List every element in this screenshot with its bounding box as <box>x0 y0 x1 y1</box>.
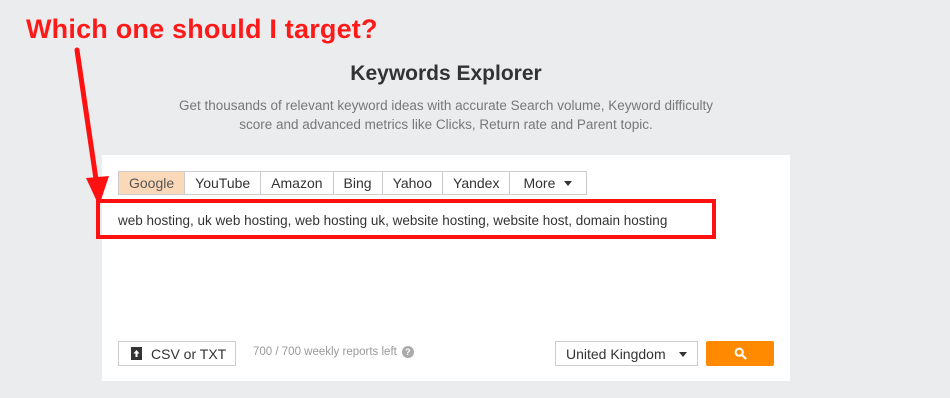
subtitle-line-2: score and advanced metrics like Clicks, … <box>239 117 653 132</box>
search-button[interactable] <box>706 341 774 366</box>
page-subtitle: Get thousands of relevant keyword ideas … <box>0 96 892 134</box>
tab-amazon[interactable]: Amazon <box>261 172 334 194</box>
tab-youtube[interactable]: YouTube <box>185 172 262 194</box>
tab-google[interactable]: Google <box>119 172 186 194</box>
tab-bing[interactable]: Bing <box>333 172 383 194</box>
tab-label: Amazon <box>271 175 323 191</box>
tab-label: Bing <box>343 175 372 191</box>
upload-label: CSV or TXT <box>151 345 227 362</box>
tab-more[interactable]: More <box>510 172 587 194</box>
tab-label: Yahoo <box>392 175 433 191</box>
subtitle-line-1: Get thousands of relevant keyword ideas … <box>178 98 714 113</box>
upload-icon <box>131 347 142 360</box>
annotation-text: Which one should I target? <box>26 14 378 44</box>
search-engine-tabs: Google YouTube Amazon Bing Yahoo Yandex … <box>118 171 588 195</box>
reports-text: 700 / 700 weekly reports left <box>253 346 397 358</box>
tab-yahoo[interactable]: Yahoo <box>382 172 444 194</box>
question-circle-icon[interactable]: ? <box>401 346 414 358</box>
chevron-down-icon <box>679 352 687 357</box>
tab-label: Yandex <box>453 175 500 191</box>
search-panel: Google YouTube Amazon Bing Yahoo Yandex … <box>102 155 790 381</box>
tab-label: Google <box>129 175 175 191</box>
tab-label: More <box>523 175 556 191</box>
annotation-highlight-box <box>96 199 716 239</box>
tab-yandex[interactable]: Yandex <box>443 172 511 194</box>
upload-csv-button[interactable]: CSV or TXT <box>118 341 236 366</box>
page-title: Keywords Explorer <box>350 62 542 85</box>
chevron-down-icon <box>564 181 573 186</box>
country-value: United Kingdom <box>566 345 666 362</box>
reports-left: 700 / 700 weekly reports left ? <box>253 346 414 358</box>
tab-label: YouTube <box>195 175 251 191</box>
country-select[interactable]: United Kingdom <box>555 341 698 366</box>
search-icon <box>734 347 747 360</box>
